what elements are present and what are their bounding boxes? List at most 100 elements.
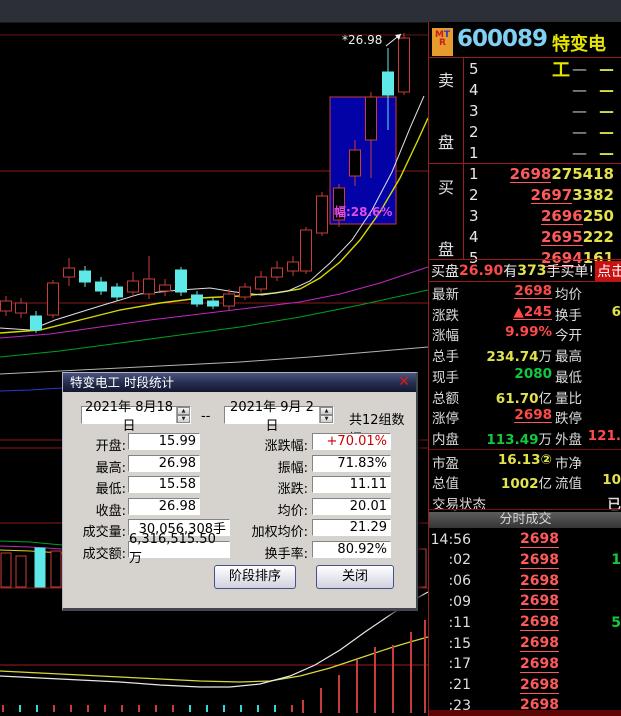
field-value: 26.98 (159, 456, 196, 471)
field-value-box[interactable]: 6,316,515.50万 (128, 541, 230, 558)
order-marquee: 买盘26.90有373手买单!点击 (431, 261, 621, 280)
level-price: — (491, 144, 587, 162)
marquee-action[interactable]: 点击 (595, 261, 621, 281)
order-book-row[interactable]: 1—— (463, 142, 621, 163)
stock-code: 600089 (457, 26, 547, 52)
order-book-row[interactable]: 5—— (463, 58, 621, 79)
field-value-box[interactable]: 15.58 (128, 476, 200, 493)
field-label: 最低: (96, 478, 126, 497)
window-top-bar (0, 0, 621, 23)
field-value-box[interactable]: 11.11 (312, 476, 391, 493)
order-book-row[interactable]: 3—— (463, 100, 621, 121)
order-book-row[interactable]: 32696250 (463, 205, 621, 226)
field-value: 20.01 (350, 499, 387, 514)
dialog-title[interactable]: 特变电工 时段统计 (63, 373, 416, 392)
spinner-up-icon[interactable]: ▲ (177, 407, 190, 415)
level-number: 5 (463, 60, 491, 78)
field-value-box[interactable]: +70.01% (312, 433, 391, 450)
stat-value: 234.74万 (486, 345, 552, 365)
candle-body (176, 270, 187, 292)
stat-label: 今开 (555, 324, 582, 344)
stat-label: 总值 (432, 472, 459, 492)
field-value-box[interactable]: 26.98 (128, 455, 200, 472)
level-price: 2698 (484, 165, 551, 183)
field-value-box[interactable]: 20.01 (312, 498, 391, 515)
level-price: 2695 (490, 228, 582, 246)
close-button[interactable]: 关闭 (316, 565, 394, 589)
stat-value: 1002亿 (501, 472, 552, 492)
tape-time: :11 (429, 615, 471, 631)
stat-label: 市盈 (432, 452, 459, 472)
stat-label: 最新 (432, 283, 459, 303)
candle-body (64, 268, 75, 277)
sort-button[interactable]: 阶段排序 (214, 565, 296, 589)
tape-time: :02 (429, 552, 471, 568)
stat-label: 总额 (432, 387, 459, 407)
candle-body (288, 262, 299, 271)
tape-row: :172698 (429, 654, 621, 675)
stat-label: 现手 (432, 366, 459, 386)
tape-price: 2698 (471, 593, 559, 610)
candle-body (112, 287, 123, 297)
mtr-badge-icon[interactable]: MTR (432, 28, 453, 56)
stat-value: 6 (612, 304, 621, 320)
tape-price: 2698 (471, 614, 559, 631)
field-value-box[interactable]: 80.92% (312, 541, 391, 558)
date-from-input[interactable]: 2021年 8月18日 ▲▼ (81, 406, 191, 424)
field-label: 加权均价: (252, 521, 308, 540)
field-value: 15.58 (159, 477, 196, 492)
date-range-separator: -- (201, 409, 210, 424)
date-from-spinner[interactable]: ▲▼ (176, 407, 190, 423)
level-volume: — (587, 102, 621, 120)
tape-row: 14:562698 (429, 529, 621, 550)
spinner-down-icon[interactable]: ▼ (177, 415, 190, 423)
stat-value: 2698 (514, 283, 552, 299)
order-book-row[interactable]: 2—— (463, 121, 621, 142)
candle-body (96, 282, 107, 291)
candle-body (224, 294, 235, 306)
spinner-up-icon[interactable]: ▲ (320, 407, 333, 415)
field-value-box[interactable]: 71.83% (312, 455, 391, 472)
marquee-text: 买盘 (431, 261, 459, 281)
order-book-row[interactable]: 4—— (463, 79, 621, 100)
divider (429, 449, 621, 450)
tape-time: 14:56 (429, 532, 471, 548)
tape-row: :212698 (429, 675, 621, 696)
buy-side-label: 买盘 (429, 174, 463, 260)
field-value-box[interactable]: 26.98 (128, 498, 200, 515)
volume-bar (35, 548, 45, 587)
stats-row: 交易状态 已 (429, 493, 621, 513)
tape-time: :06 (429, 573, 471, 589)
date-to-input[interactable]: 2021年 9月 2日 ▲▼ (224, 406, 334, 424)
level-volume: — (587, 81, 621, 99)
tape-time: :17 (429, 656, 471, 672)
tape-row: :152698 (429, 633, 621, 654)
stat-label: 内盘 (432, 428, 459, 448)
field-value-box[interactable]: 15.99 (128, 433, 200, 450)
order-book-row[interactable]: 226973382 (463, 184, 621, 205)
tape-time: :21 (429, 677, 471, 693)
divider (429, 281, 621, 282)
field-value-box[interactable]: 21.29 (312, 519, 391, 536)
order-book-row[interactable]: 12698275418 (463, 163, 621, 184)
tape-row: :092698 (429, 591, 621, 612)
stats-row: 市盈16.13②市净 (429, 452, 621, 472)
order-book-row[interactable]: 42695222 (463, 226, 621, 247)
level-number: 2 (463, 123, 491, 141)
stat-label: 总手 (432, 345, 459, 365)
candle-body (208, 301, 219, 306)
candle-body (80, 271, 91, 282)
close-icon[interactable]: ✕ (398, 374, 410, 390)
stat-label: 交易状态 (432, 493, 486, 513)
field-value: 6,316,515.50万 (129, 532, 226, 566)
stat-label: 最高 (555, 345, 582, 365)
stats-row: 现手2080最低 (429, 366, 621, 386)
date-to-spinner[interactable]: ▲▼ (319, 407, 333, 423)
spinner-down-icon[interactable]: ▼ (320, 415, 333, 423)
candle-body (31, 316, 42, 330)
level-number: 3 (463, 102, 491, 120)
candle-body (399, 38, 410, 92)
bottom-strip (429, 710, 621, 716)
stat-value: 已 (608, 493, 621, 513)
level-price: — (491, 60, 587, 78)
